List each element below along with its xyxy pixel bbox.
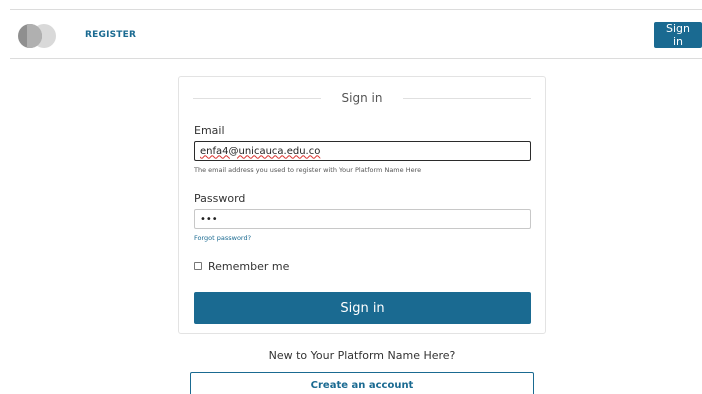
sign-in-card: Sign in Email enfa4@unicauca.edu.co The …: [178, 76, 546, 334]
new-to-platform-text: New to Your Platform Name Here?: [268, 349, 456, 362]
email-input[interactable]: enfa4@unicauca.edu.co: [194, 141, 531, 161]
remember-me-checkbox[interactable]: [194, 262, 202, 270]
form-legend: Sign in: [193, 89, 531, 107]
remember-me-label[interactable]: Remember me: [208, 260, 289, 273]
top-header: REGISTER Sign in: [10, 9, 702, 59]
password-input-value: •••: [200, 213, 218, 225]
password-input[interactable]: •••: [194, 209, 531, 229]
password-label: Password: [194, 192, 246, 205]
logo-icon[interactable]: [18, 24, 58, 48]
sign-in-page: REGISTER Sign in Sign in Email enfa4@uni…: [0, 0, 702, 394]
legend-divider-right: [403, 98, 531, 99]
remember-me-row[interactable]: Remember me: [194, 259, 289, 273]
email-input-value: enfa4@unicauca.edu.co: [200, 145, 321, 157]
header-sign-in-button[interactable]: Sign in: [654, 22, 702, 48]
register-link[interactable]: REGISTER: [85, 30, 136, 40]
create-account-button[interactable]: Create an account: [190, 372, 534, 394]
email-label: Email: [194, 124, 225, 137]
email-helper-text: The email address you used to register w…: [194, 166, 422, 174]
forgot-password-link[interactable]: Forgot password?: [194, 234, 251, 242]
sign-in-button[interactable]: Sign in: [194, 292, 531, 324]
